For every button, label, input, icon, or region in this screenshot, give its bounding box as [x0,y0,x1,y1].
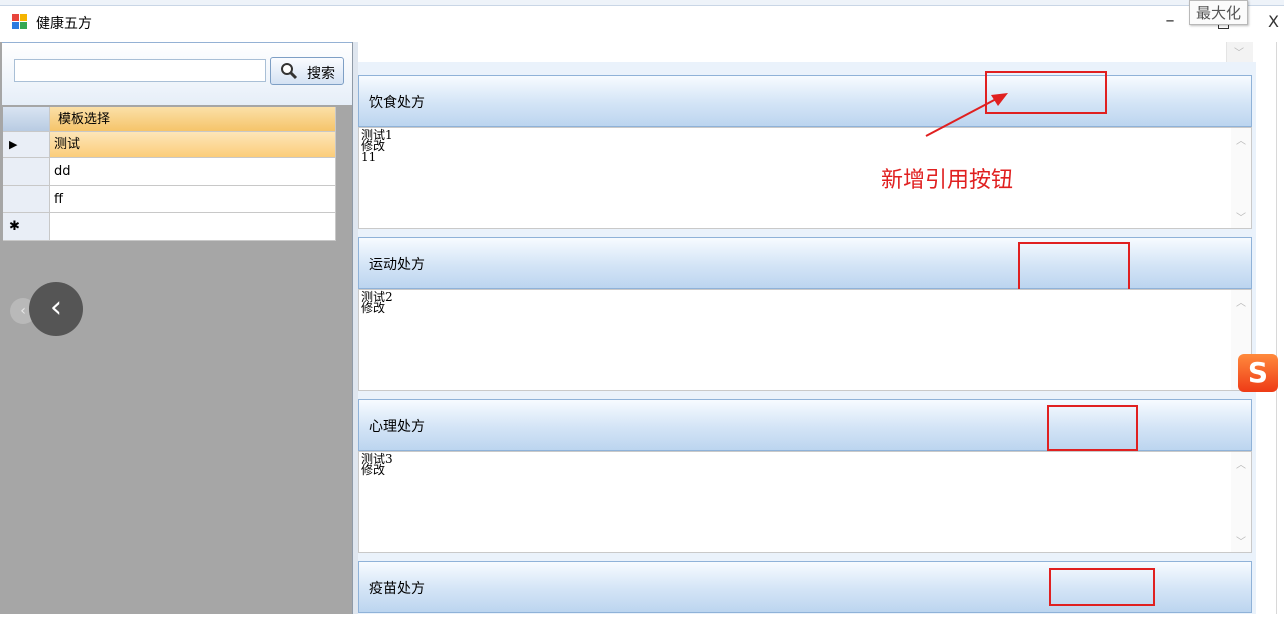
carousel-prev-button[interactable]: ‹ [29,282,83,336]
section-header-diet: 饮食处方 [358,75,1252,127]
row-header[interactable] [3,158,50,186]
annotation-label: 新增引用按钮 [881,168,1014,193]
section-title: 饮食处方 [369,95,425,111]
row-header[interactable] [3,186,50,213]
diet-textarea[interactable]: 测试1 修改 11 ︿ ﹀ [358,127,1252,229]
new-row-header[interactable]: ✱ [3,213,50,241]
textarea-content: 测试3 修改 [361,452,393,477]
maximize-tooltip: 最大化 [1189,0,1249,25]
title-bar [0,0,1284,42]
scroll-down-arrow-icon[interactable]: ﹀ [1226,42,1253,62]
highlight-box [1049,568,1155,606]
grid-corner-header[interactable] [3,107,50,132]
close-button[interactable]: X [1268,12,1279,31]
psychology-textarea[interactable]: 测试3 修改 ︿ ﹀ [358,451,1252,553]
annotation-arrow [925,93,1008,137]
previous-content-bottom [358,42,1256,62]
app-icon [12,14,28,30]
section-title: 心理处方 [369,419,425,435]
window-title: 健康五方 [36,16,92,32]
grid-cell-template[interactable]: ff [50,186,336,213]
new-row-cell[interactable] [50,213,336,241]
magnifier-icon [281,63,298,80]
vertical-scrollbar[interactable]: ︿ ﹀ [1231,452,1251,552]
highlight-box [1018,242,1130,295]
parent-menu-strip [0,0,1284,6]
ime-sogou-icon[interactable]: S [1238,354,1278,392]
outer-scrollbar[interactable] [1276,42,1284,614]
exercise-textarea[interactable]: 测试2 修改 ︿ [358,289,1252,391]
search-input[interactable] [14,59,266,82]
minimize-button[interactable]: – [1160,10,1180,34]
template-grid: 模板选择 ▶ 测试 dd ff ✱ [3,107,336,242]
textarea-content: 测试1 修改 11 [361,128,393,164]
search-button-label: 搜索 [307,66,335,82]
grid-cell-template[interactable]: dd [50,158,336,186]
section-title: 疫苗处方 [369,581,425,597]
grid-cell-template[interactable]: 测试 [50,132,336,158]
bottom-margin [0,614,1284,631]
section-title: 运动处方 [369,257,425,273]
column-header-template[interactable]: 模板选择 [50,107,336,132]
textarea-content: 测试2 修改 [361,290,393,315]
row-header[interactable]: ▶ [3,132,50,158]
vertical-scrollbar[interactable]: ︿ ﹀ [1231,128,1251,228]
highlight-box [1047,405,1138,451]
